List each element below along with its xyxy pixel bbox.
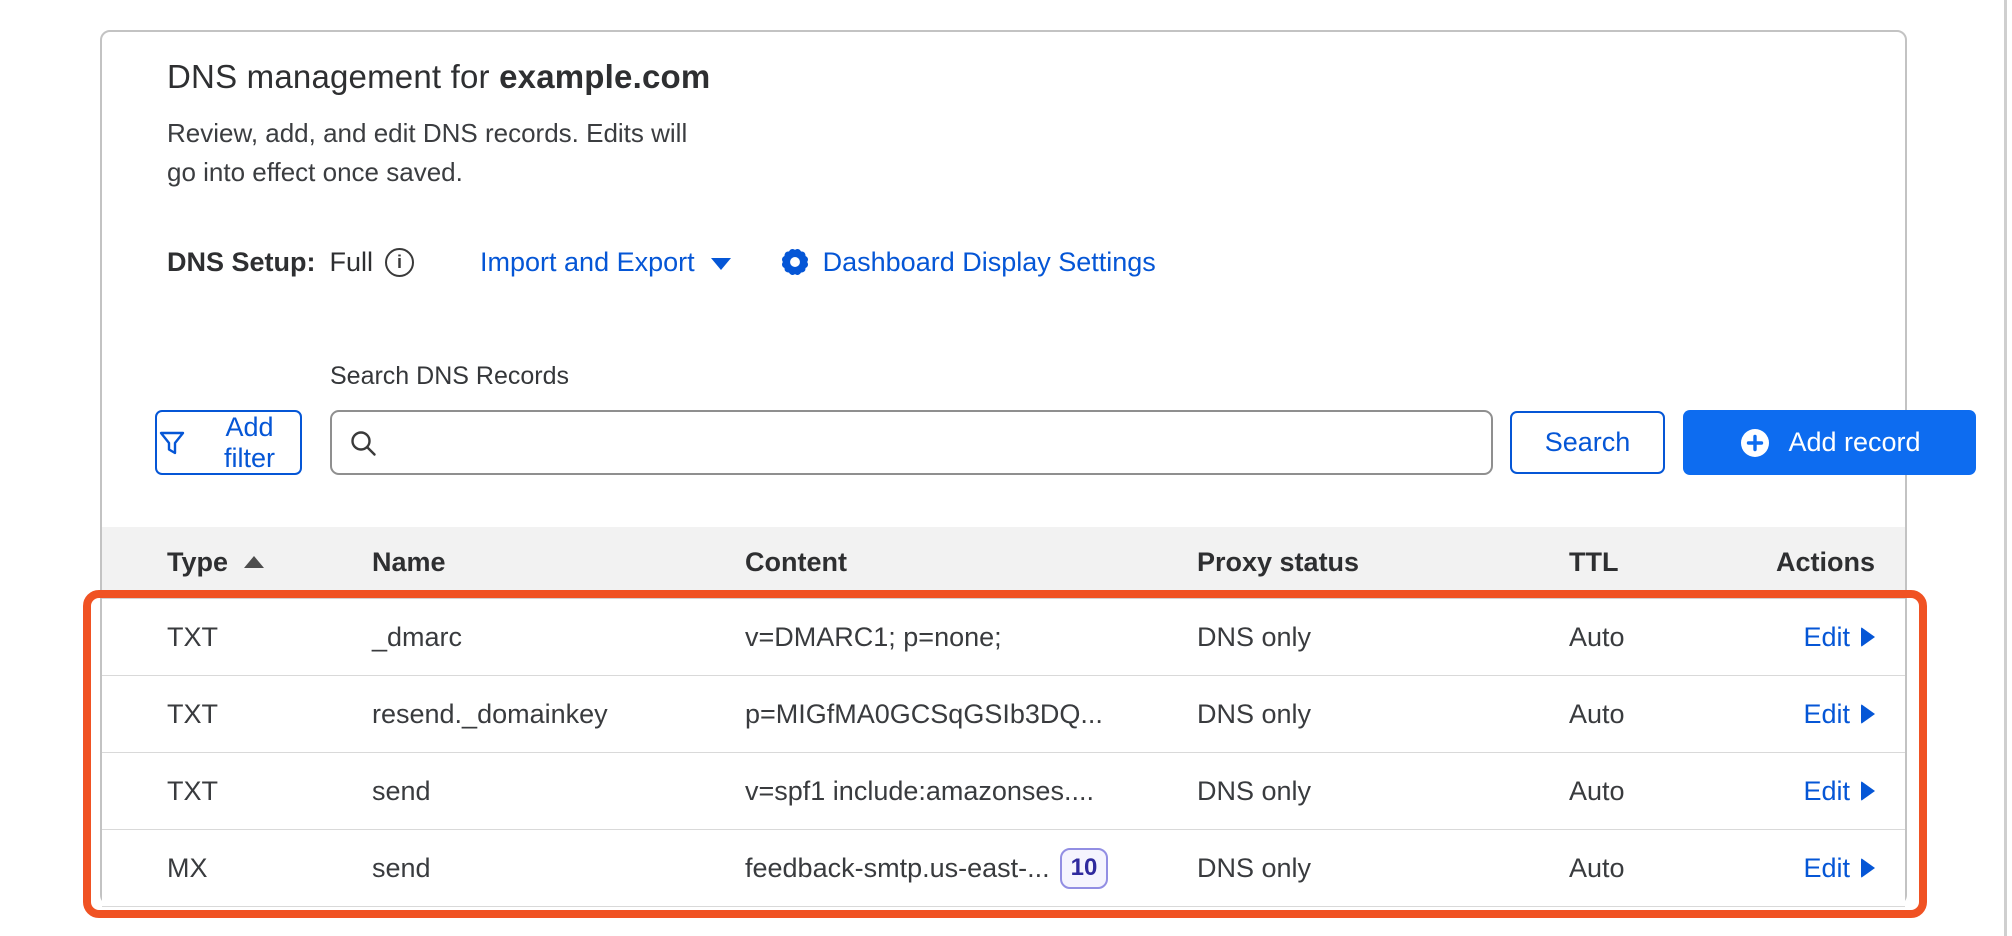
add-record-button[interactable]: Add record bbox=[1683, 410, 1976, 475]
cell-content: v=spf1 include:amazonses.... bbox=[745, 776, 1197, 807]
edit-record-link[interactable]: Edit bbox=[1803, 853, 1875, 884]
add-filter-button[interactable]: Add filter bbox=[155, 410, 302, 475]
sort-ascending-icon[interactable] bbox=[244, 556, 264, 568]
header-actions: Actions bbox=[1742, 547, 1905, 578]
cell-proxy-status: DNS only bbox=[1197, 699, 1569, 730]
cell-ttl: Auto bbox=[1569, 622, 1742, 653]
chevron-right-icon bbox=[1861, 781, 1875, 801]
table-row: TXT _dmarc v=DMARC1; p=none; DNS only Au… bbox=[102, 599, 1905, 676]
cell-content: feedback-smtp.us-east-... bbox=[745, 853, 1050, 884]
dns-management-card: DNS management for example.com Review, a… bbox=[100, 30, 1907, 905]
edit-record-link[interactable]: Edit bbox=[1803, 699, 1875, 730]
add-filter-label: Add filter bbox=[199, 412, 300, 474]
cell-proxy-status: DNS only bbox=[1197, 776, 1569, 807]
search-records-label: Search DNS Records bbox=[330, 362, 569, 391]
chevron-right-icon bbox=[1861, 627, 1875, 647]
funnel-icon bbox=[157, 428, 187, 458]
edit-record-link[interactable]: Edit bbox=[1803, 622, 1875, 653]
cell-type: MX bbox=[102, 853, 372, 884]
search-icon bbox=[348, 428, 378, 458]
header-content: Content bbox=[745, 547, 1197, 578]
cell-content: p=MIGfMA0GCSqGSIb3DQ... bbox=[745, 699, 1197, 730]
cell-type: TXT bbox=[102, 699, 372, 730]
edit-record-link[interactable]: Edit bbox=[1803, 776, 1875, 807]
cell-ttl: Auto bbox=[1569, 853, 1742, 884]
mx-priority-badge: 10 bbox=[1060, 848, 1109, 889]
header-name: Name bbox=[372, 547, 745, 578]
cell-type: TXT bbox=[102, 622, 372, 653]
cell-type: TXT bbox=[102, 776, 372, 807]
cell-name: _dmarc bbox=[372, 622, 745, 653]
cell-proxy-status: DNS only bbox=[1197, 853, 1569, 884]
cell-ttl: Auto bbox=[1569, 776, 1742, 807]
chevron-right-icon bbox=[1861, 858, 1875, 878]
search-input[interactable] bbox=[390, 427, 1475, 458]
table-header-row: Type Name Content Proxy status TTL Actio… bbox=[102, 527, 1905, 599]
cell-content: v=DMARC1; p=none; bbox=[745, 622, 1197, 653]
cell-name: send bbox=[372, 853, 745, 884]
table-row: TXT resend._domainkey p=MIGfMA0GCSqGSIb3… bbox=[102, 676, 1905, 753]
cell-name: resend._domainkey bbox=[372, 699, 745, 730]
search-input-wrap bbox=[330, 410, 1493, 475]
cell-proxy-status: DNS only bbox=[1197, 622, 1569, 653]
cell-name: send bbox=[372, 776, 745, 807]
table-row: MX send feedback-smtp.us-east-... 10 DNS … bbox=[102, 830, 1905, 907]
right-edge-divider bbox=[2004, 0, 2007, 936]
header-type[interactable]: Type bbox=[102, 547, 372, 578]
dns-records-table: Type Name Content Proxy status TTL Actio… bbox=[102, 527, 1905, 907]
header-ttl: TTL bbox=[1569, 547, 1742, 578]
chevron-right-icon bbox=[1861, 704, 1875, 724]
add-record-label: Add record bbox=[1788, 427, 1920, 458]
table-row: TXT send v=spf1 include:amazonses.... DN… bbox=[102, 753, 1905, 830]
cell-ttl: Auto bbox=[1569, 699, 1742, 730]
header-proxy-status: Proxy status bbox=[1197, 547, 1569, 578]
plus-circle-icon bbox=[1738, 426, 1772, 460]
search-button[interactable]: Search bbox=[1510, 411, 1665, 474]
